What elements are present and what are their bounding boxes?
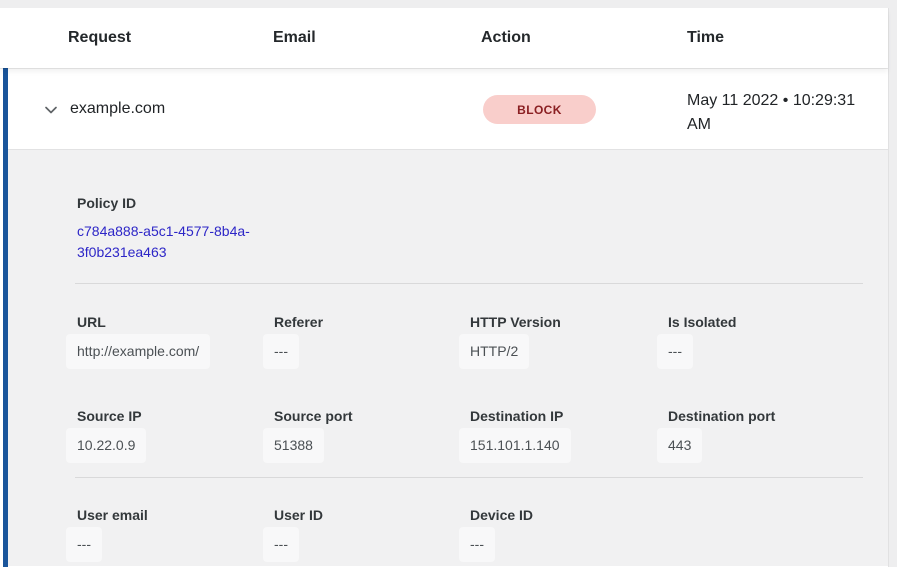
table-header-row: Request Email Action Time (0, 8, 888, 68)
field-label: URL (77, 312, 274, 333)
field-label: Referer (274, 312, 470, 333)
request-domain: example.com (70, 68, 165, 149)
field-user-email: User email --- (77, 505, 274, 555)
field-value: HTTP/2 (470, 341, 668, 362)
field-value: --- (274, 534, 470, 555)
field-label: Source port (274, 406, 470, 427)
field-label: Destination IP (470, 406, 668, 427)
log-detail-panel: Policy ID c784a888-a5c1-4577-8b4a-3f0b23… (8, 150, 888, 566)
field-source-ip: Source IP 10.22.0.9 (77, 406, 274, 456)
field-label: HTTP Version (470, 312, 668, 333)
field-destination-port: Destination port 443 (668, 406, 888, 456)
field-empty (668, 505, 888, 555)
detail-field-row: URL http://example.com/ Referer --- HTTP… (8, 312, 888, 362)
field-label: Is Isolated (668, 312, 888, 333)
column-header-time: Time (687, 8, 724, 68)
detail-field-row: User email --- User ID --- Device ID --- (8, 505, 888, 555)
column-header-email: Email (273, 8, 316, 68)
policy-id-link[interactable]: c784a888-a5c1-4577-8b4a-3f0b231ea463 (77, 221, 291, 263)
field-value: http://example.com/ (77, 341, 274, 362)
field-value: --- (470, 534, 668, 555)
field-value: --- (274, 341, 470, 362)
detail-field-row: Source IP 10.22.0.9 Source port 51388 De… (8, 406, 888, 456)
field-value: 151.101.1.140 (470, 435, 668, 456)
field-url: URL http://example.com/ (77, 312, 274, 362)
field-destination-ip: Destination IP 151.101.1.140 (470, 406, 668, 456)
field-value: --- (668, 341, 888, 362)
field-device-id: Device ID --- (470, 505, 668, 555)
field-value: 443 (668, 435, 888, 456)
chevron-down-icon[interactable] (42, 101, 60, 119)
field-is-isolated: Is Isolated --- (668, 312, 888, 362)
field-value: --- (77, 534, 274, 555)
field-source-port: Source port 51388 (274, 406, 470, 456)
request-time: May 11 2022 • 10:29:31 AM (687, 89, 879, 137)
field-label: User ID (274, 505, 470, 526)
field-label: Device ID (470, 505, 668, 526)
policy-id-label: Policy ID (77, 193, 136, 214)
expanded-row-group: example.com BLOCK May 11 2022 • 10:29:31… (3, 68, 888, 567)
field-label: User email (77, 505, 274, 526)
field-label: Source IP (77, 406, 274, 427)
column-header-request: Request (68, 8, 131, 68)
column-header-action: Action (481, 8, 531, 68)
field-value: 10.22.0.9 (77, 435, 274, 456)
request-log-table: Request Email Action Time example.com BL… (0, 8, 888, 567)
action-block-badge: BLOCK (483, 95, 596, 124)
log-row-example-com[interactable]: example.com BLOCK May 11 2022 • 10:29:31… (8, 68, 888, 150)
field-user-id: User ID --- (274, 505, 470, 555)
section-divider (75, 283, 863, 284)
section-divider (75, 477, 863, 478)
field-value: 51388 (274, 435, 470, 456)
field-http-version: HTTP Version HTTP/2 (470, 312, 668, 362)
field-label: Destination port (668, 406, 888, 427)
field-referer: Referer --- (274, 312, 470, 362)
